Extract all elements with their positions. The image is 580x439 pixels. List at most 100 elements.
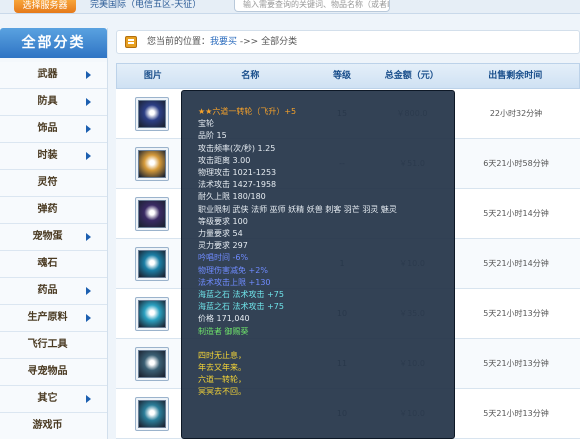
breadcrumb-current: 全部分类 — [261, 37, 298, 47]
sidebar-item-label: 弹药 — [37, 204, 58, 215]
tooltip-line: ★★六道一转轮（飞升）+5 — [198, 107, 297, 116]
tooltip-line: 灵力要求 297 — [198, 241, 248, 251]
table-header: 图片 名称 等级 总金额（元） 出售剩余时间 — [116, 63, 580, 89]
chevron-right-icon — [86, 125, 91, 133]
sidebar-item[interactable]: 时装 — [0, 143, 107, 170]
tooltip-line: 物理伤害减免 +2% — [198, 265, 268, 275]
tooltip-line: 海蓝之石 法术攻击 +75 — [198, 290, 284, 300]
sidebar-item-label: 其它 — [37, 393, 58, 404]
item-thumbnail[interactable] — [135, 297, 169, 331]
sidebar-item[interactable]: 武器 — [0, 62, 107, 89]
item-thumbnail[interactable] — [135, 397, 169, 431]
sidebar-item[interactable]: 寻宠物品 — [0, 359, 107, 386]
item-image-cell — [116, 189, 188, 238]
sidebar-title: 全部分类 — [0, 28, 107, 58]
chevron-right-icon — [86, 233, 91, 241]
header-level: 等级 — [333, 71, 352, 81]
breadcrumb-prefix: 您当前的位置： — [147, 37, 211, 47]
tooltip-line: 制造者 御赐葵 — [198, 326, 249, 336]
current-server-label: 完美国际（电信五区-天征） — [90, 0, 202, 10]
tooltip-line: 物理攻击 1021-1253 — [198, 168, 277, 178]
item-thumbnail[interactable] — [135, 347, 169, 381]
chevron-right-icon — [86, 314, 91, 322]
breadcrumb-text: 您当前的位置：我要买 ->> 全部分类 — [147, 31, 297, 53]
tooltip-line: 耐久上限 180/180 — [198, 192, 266, 202]
sidebar-item-label: 寻宠物品 — [27, 366, 68, 377]
item-thumbnail[interactable] — [135, 247, 169, 281]
category-sidebar: 全部分类 武器防具饰品时装灵符弹药宠物蛋魂石药品生产原料飞行工具寻宠物品其它游戏… — [0, 28, 108, 439]
header-name: 名称 — [241, 71, 260, 81]
sidebar-item[interactable]: 灵符 — [0, 170, 107, 197]
sidebar-item-label: 防具 — [37, 96, 58, 107]
header-image: 图片 — [143, 71, 162, 81]
search-input[interactable]: 输入需要查询的关键词、物品名称（或者ID编号） — [234, 0, 390, 12]
sidebar-item-label: 游戏币 — [32, 420, 63, 431]
tooltip-line: 法术攻击 1427-1958 — [198, 180, 277, 190]
chevron-right-icon — [86, 98, 91, 106]
sidebar-item[interactable]: 游戏币 — [0, 413, 107, 439]
item-time-left: 5天21小时14分钟 — [483, 259, 549, 268]
item-thumbnail[interactable] — [135, 97, 169, 131]
sidebar-item-label: 魂石 — [37, 258, 58, 269]
sidebar-item[interactable]: 饰品 — [0, 116, 107, 143]
tooltip-line: 力量要求 54 — [198, 229, 243, 239]
sidebar-item-label: 宠物蛋 — [32, 231, 63, 242]
tooltip-line: 等级要求 100 — [198, 216, 248, 226]
sidebar-item[interactable]: 飞行工具 — [0, 332, 107, 359]
sidebar-item-label: 武器 — [37, 69, 58, 80]
sidebar-item-label: 灵符 — [37, 177, 58, 188]
item-time-left: 5天21小时14分钟 — [483, 209, 549, 218]
item-thumbnail[interactable] — [135, 147, 169, 181]
item-image-cell — [116, 289, 188, 338]
item-time-left: 5天21小时13分钟 — [483, 359, 549, 368]
sidebar-item-label: 飞行工具 — [27, 339, 68, 350]
item-time-left: 5天21小时13分钟 — [483, 409, 549, 418]
sidebar-item[interactable]: 宠物蛋 — [0, 224, 107, 251]
chevron-right-icon — [86, 71, 91, 79]
sidebar-item-label: 药品 — [37, 285, 58, 296]
item-image-cell — [116, 239, 188, 288]
sidebar-item-label: 饰品 — [37, 123, 58, 134]
breadcrumb-link-buy[interactable]: 我要买 — [210, 37, 237, 47]
sidebar-item-label: 时装 — [37, 150, 58, 161]
sidebar-item[interactable]: 魂石 — [0, 251, 107, 278]
chevron-right-icon — [86, 287, 91, 295]
item-time-left: 5天21小时13分钟 — [483, 309, 549, 318]
chevron-right-icon — [86, 395, 91, 403]
tooltip-line: 吟唱时间 -6% — [198, 253, 249, 263]
select-server-button[interactable]: 选择服务器 — [14, 0, 76, 13]
tooltip-line: 攻击频率(次/秒) 1.25 — [198, 143, 276, 153]
tooltip-line: 法术攻击上限 +130 — [198, 277, 271, 287]
item-image-cell — [116, 89, 188, 138]
folder-icon — [125, 36, 137, 48]
header-price[interactable]: 总金额（元） — [372, 64, 452, 88]
sidebar-item-label: 生产原料 — [27, 312, 68, 323]
tooltip-line: 六道一转轮， — [198, 375, 246, 385]
tooltip-line: 四时无止息， — [198, 350, 246, 360]
top-bar: 选择服务器 完美国际（电信五区-天征） 输入需要查询的关键词、物品名称（或者ID… — [0, 0, 580, 14]
sidebar-item[interactable]: 药品 — [0, 278, 107, 305]
item-tooltip: ★★六道一转轮（飞升）+5 宝轮 品阶 15 攻击频率(次/秒) 1.25 攻击距离 3… — [181, 90, 455, 439]
header-time[interactable]: 出售剩余时间 — [452, 64, 579, 88]
item-time-left: 22小时32分钟 — [489, 109, 543, 118]
tooltip-line: 宝轮 — [198, 119, 214, 129]
item-image-cell — [116, 139, 188, 188]
breadcrumb: 您当前的位置：我要买 ->> 全部分类 — [116, 30, 580, 54]
category-list: 武器防具饰品时装灵符弹药宠物蛋魂石药品生产原料飞行工具寻宠物品其它游戏币 — [0, 62, 107, 439]
breadcrumb-separator: ->> — [237, 37, 262, 47]
item-thumbnail[interactable] — [135, 197, 169, 231]
tooltip-line: 品阶 15 — [198, 131, 227, 141]
tooltip-line: 职业限制 武侠 法师 巫师 妖精 妖兽 刺客 羽芒 羽灵 魅灵 — [198, 204, 397, 214]
sidebar-item[interactable]: 其它 — [0, 386, 107, 413]
tooltip-line: 年去又年来。 — [198, 363, 246, 373]
tooltip-line: 冥冥去不回。 — [198, 387, 246, 397]
sidebar-item[interactable]: 防具 — [0, 89, 107, 116]
sidebar-item[interactable]: 弹药 — [0, 197, 107, 224]
item-image-cell — [116, 339, 188, 388]
sidebar-item[interactable]: 生产原料 — [0, 305, 107, 332]
chevron-right-icon — [86, 152, 91, 160]
tooltip-line: 价格 171,040 — [198, 314, 250, 324]
item-time-left: 6天21小时58分钟 — [483, 159, 549, 168]
tooltip-spacer — [198, 338, 454, 350]
tooltip-line: 海蓝之石 法术攻击 +75 — [198, 302, 284, 312]
